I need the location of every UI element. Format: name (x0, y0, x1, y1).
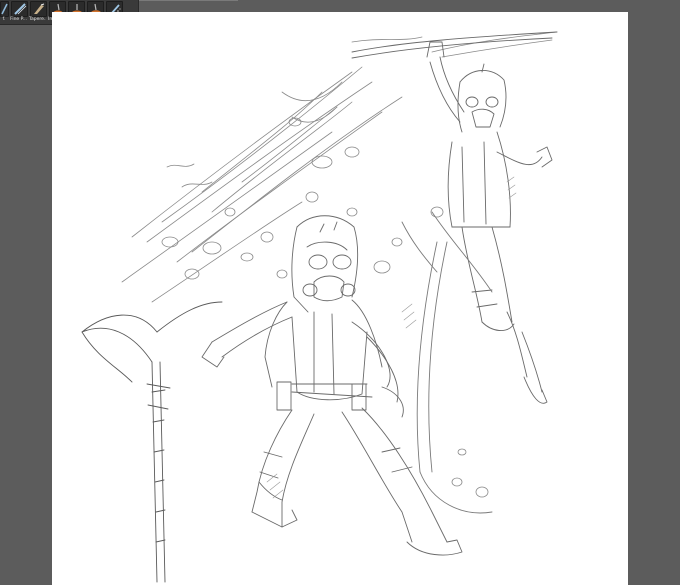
brush-label: Tapere... (29, 17, 46, 22)
brush-tapered[interactable]: Tapere... (29, 0, 47, 24)
tapered-brush-icon (30, 1, 47, 17)
brush-slot-0[interactable]: f. (0, 0, 9, 24)
brush-stroke-icon (0, 1, 9, 17)
workspace: f. Fine P... Tapere... Impres... Sargen.… (0, 0, 680, 585)
brush-fine-pencil[interactable]: Fine P... (10, 0, 28, 24)
brush-label: f. (2, 17, 6, 22)
fine-pencil-icon (11, 1, 28, 17)
drawing-canvas[interactable] (52, 12, 628, 585)
brush-label: Fine P... (10, 17, 27, 22)
pencil-sketch-artwork (81, 31, 558, 583)
menu-strip (138, 0, 238, 1)
